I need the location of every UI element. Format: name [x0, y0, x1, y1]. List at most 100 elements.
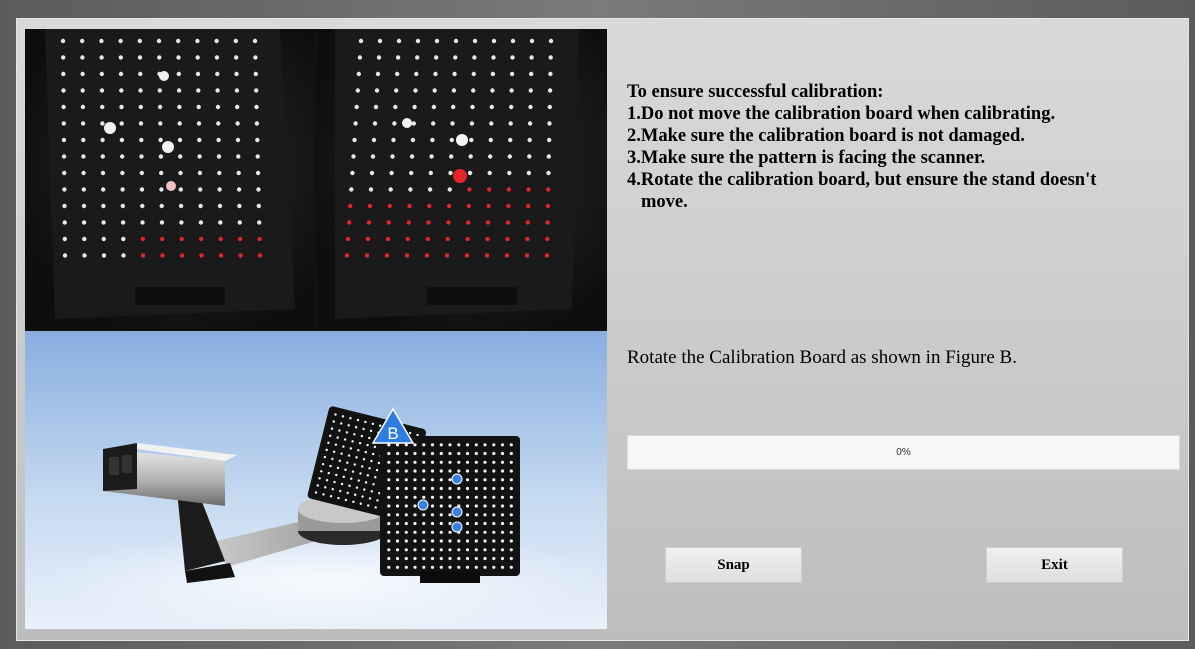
board-dot	[457, 565, 461, 569]
grid-dot	[506, 203, 511, 209]
blue-marker	[417, 499, 429, 511]
board-dot	[492, 556, 496, 561]
marker-dot	[159, 71, 169, 81]
grid-dot	[510, 38, 516, 44]
grid-dot	[375, 71, 381, 77]
board-dot	[395, 495, 400, 499]
grid-dot	[545, 220, 550, 225]
board-dot	[387, 565, 391, 569]
grid-dot	[218, 220, 223, 225]
board-dot	[395, 539, 400, 543]
grid-dot	[197, 170, 203, 176]
board-dot	[387, 556, 391, 561]
board-dot	[492, 548, 496, 552]
board-dot	[404, 539, 408, 543]
grid-dot	[429, 154, 434, 159]
grid-dot	[218, 253, 224, 258]
board-dot	[387, 521, 391, 526]
grid-dot	[485, 220, 491, 225]
grid-dot	[405, 236, 410, 242]
marker-dot	[162, 141, 174, 153]
board-dot	[492, 521, 496, 526]
instruction-item-3: 3.Make sure the pattern is facing the sc…	[627, 148, 986, 168]
grid-dot	[547, 104, 552, 110]
calibration-instructions: To ensure successful calibration: 1.Do n…	[627, 81, 1167, 213]
grid-dot	[407, 203, 412, 209]
grid-dot	[178, 154, 183, 159]
grid-dot	[489, 121, 494, 126]
grid-dot	[404, 253, 410, 258]
board-dot	[439, 548, 443, 552]
grid-dot	[453, 55, 458, 60]
grid-dot	[216, 121, 221, 126]
grid-dot	[257, 220, 262, 225]
grid-dot	[119, 88, 124, 93]
grid-dot	[195, 38, 200, 44]
board-dot	[422, 451, 426, 456]
grid-dot	[238, 253, 243, 258]
grid-dot	[178, 187, 183, 192]
grid-dot	[487, 170, 492, 176]
grid-dot	[101, 236, 107, 242]
grid-dot	[138, 104, 143, 110]
grid-dot	[529, 71, 534, 77]
board-dot	[492, 565, 496, 569]
board-dot	[404, 451, 408, 456]
grid-dot	[392, 121, 397, 126]
board-dot	[439, 469, 443, 473]
grid-dot	[199, 253, 204, 258]
grid-dot	[529, 55, 534, 60]
board-dot	[483, 469, 487, 473]
grid-dot	[99, 71, 105, 77]
board-dot	[422, 565, 426, 569]
grid-dot	[196, 121, 202, 126]
grid-dot	[347, 220, 352, 225]
grid-dot	[548, 38, 554, 44]
board-dot	[509, 443, 513, 447]
board-dot	[395, 469, 400, 473]
grid-dot	[140, 253, 146, 258]
grid-dot	[355, 88, 360, 93]
board-dot	[509, 460, 513, 464]
snap-button[interactable]: Snap	[665, 547, 802, 583]
grid-dot	[118, 71, 124, 77]
grid-dot	[358, 38, 364, 44]
grid-dot	[234, 71, 239, 77]
board-dot	[474, 443, 478, 447]
grid-dot	[257, 253, 263, 258]
grid-dot	[349, 187, 354, 192]
grid-dot	[510, 55, 515, 60]
camera-view-right	[317, 29, 607, 329]
grid-dot	[235, 104, 240, 110]
grid-dot	[120, 170, 125, 176]
grid-dot	[215, 71, 220, 77]
board-stand-tab	[427, 287, 517, 305]
figure-b-illustration: B	[25, 331, 607, 629]
grid-dot	[81, 203, 87, 209]
board-dot	[474, 513, 478, 517]
board-dot	[509, 530, 513, 534]
grid-dot	[119, 137, 125, 143]
grid-dot	[434, 55, 439, 60]
grid-dot	[415, 38, 421, 44]
grid-dot	[159, 187, 164, 192]
board-dot	[439, 486, 443, 491]
grid-dot	[218, 236, 223, 242]
grid-dot	[81, 137, 86, 143]
grid-dot	[177, 137, 183, 143]
board-dot	[439, 556, 443, 561]
board-dot	[483, 451, 487, 456]
board-dot	[492, 460, 496, 464]
board-dot	[483, 548, 487, 552]
grid-dot	[525, 236, 530, 242]
grid-dot	[409, 170, 414, 176]
grid-dot	[371, 137, 377, 143]
board-dot	[430, 513, 435, 517]
grid-dot	[449, 154, 454, 159]
exit-button[interactable]: Exit	[986, 547, 1123, 583]
board-dot	[387, 513, 391, 517]
grid-dot	[545, 236, 550, 242]
grid-dot	[547, 121, 552, 126]
board-dot	[395, 565, 400, 569]
grid-dot	[195, 55, 200, 60]
